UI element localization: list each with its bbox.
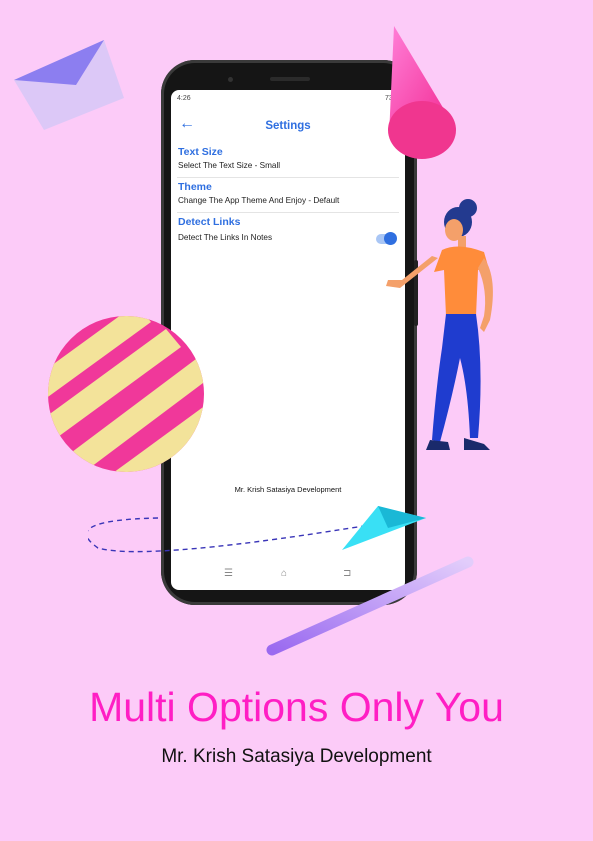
- status-bar: 4:26 73%: [171, 90, 405, 108]
- setting-theme[interactable]: Theme Change The App Theme And Enjoy - D…: [171, 180, 405, 214]
- page-title: Settings: [265, 120, 311, 132]
- stick-illustration: [266, 556, 474, 656]
- striped-ball-illustration: [48, 316, 204, 472]
- envelope-illustration: [14, 40, 124, 130]
- menu-icon[interactable]: ☰: [224, 568, 233, 579]
- app-bar: ← Settings: [171, 110, 405, 142]
- speaker-slot: [270, 77, 310, 81]
- setting-subtitle: Detect The Links In Notes: [178, 233, 273, 242]
- setting-title: Theme: [178, 181, 212, 193]
- setting-subtitle: Select The Text Size - Small: [178, 161, 281, 170]
- app-footer-credit: Mr. Krish Satasiya Development: [234, 485, 342, 494]
- setting-detect-links[interactable]: Detect Links Detect The Links In Notes: [171, 215, 405, 249]
- divider: [177, 212, 399, 213]
- poster-subheadline: Mr. Krish Satasiya Development: [161, 746, 432, 767]
- woman-illustration: [386, 199, 493, 450]
- camera-dot: [228, 77, 233, 82]
- poster-headline: Multi Options Only You: [89, 684, 504, 730]
- divider: [177, 177, 399, 178]
- cone-illustration: [388, 26, 456, 159]
- setting-title: Detect Links: [178, 216, 241, 228]
- status-time: 4:26: [177, 95, 191, 102]
- setting-text-size[interactable]: Text Size Select The Text Size - Small: [171, 145, 405, 179]
- setting-title: Text Size: [178, 146, 223, 158]
- setting-subtitle: Change The App Theme And Enjoy - Default: [178, 196, 340, 205]
